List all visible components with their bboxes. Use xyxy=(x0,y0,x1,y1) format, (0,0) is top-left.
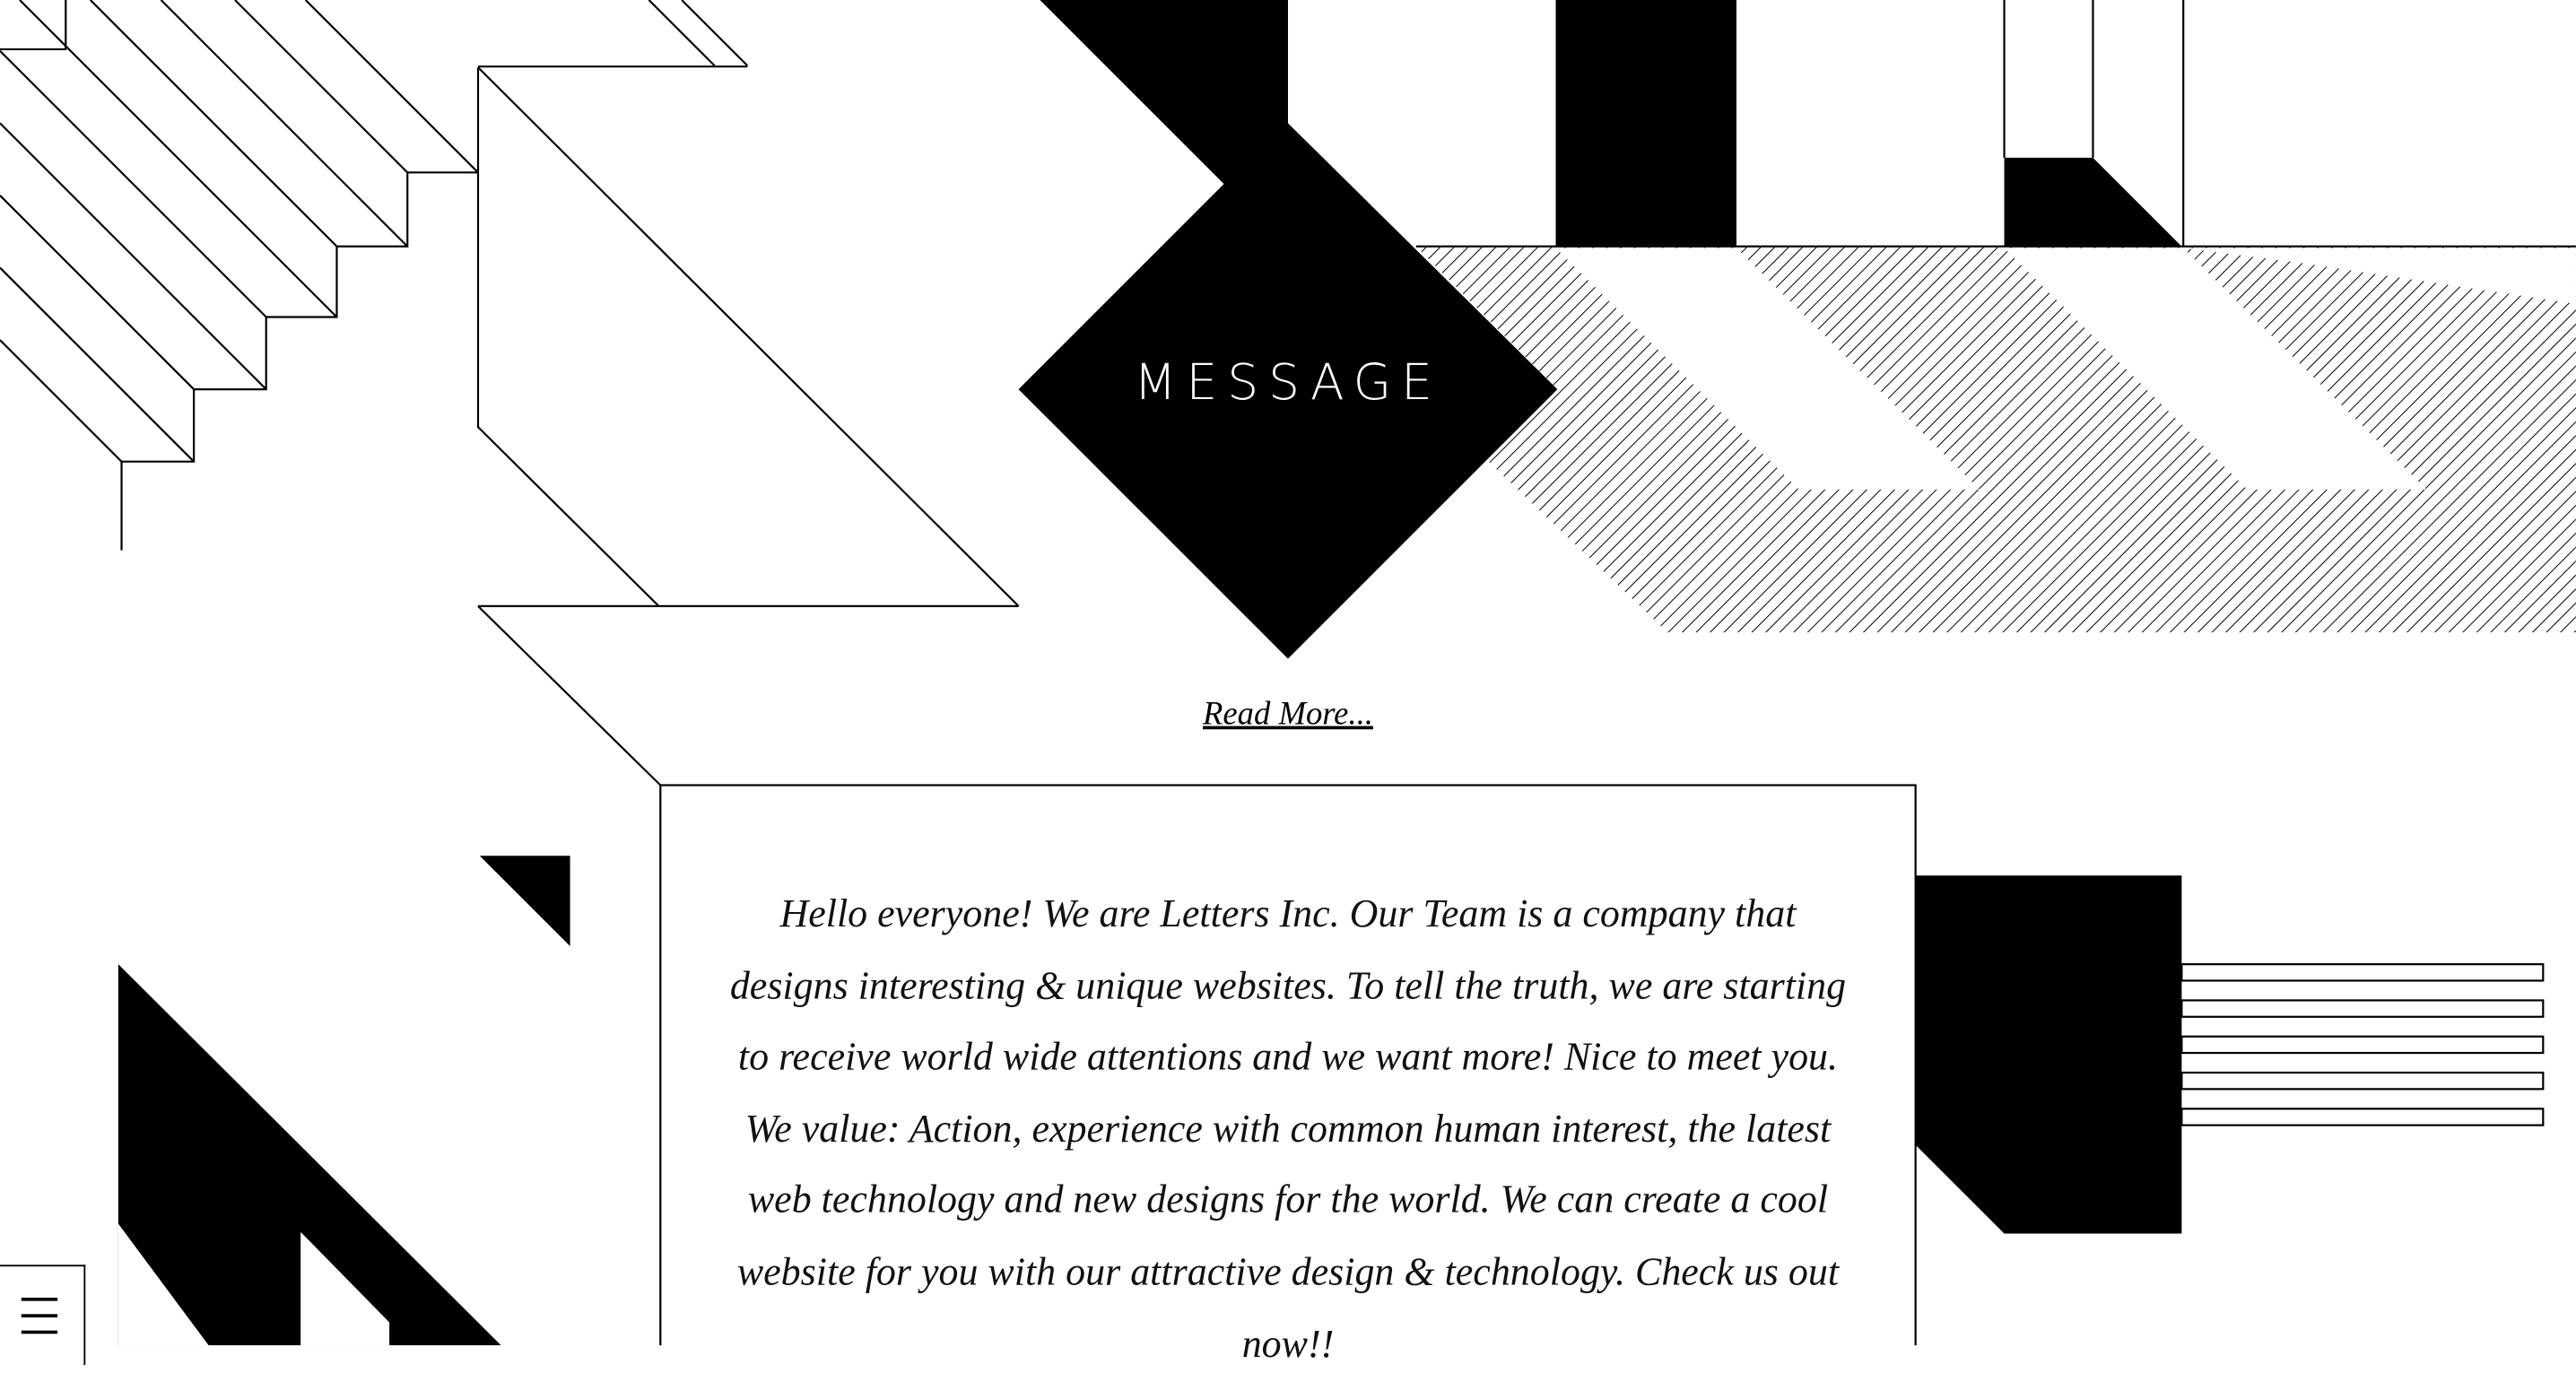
page: MESSAGE Read More... Hello everyone! We … xyxy=(0,0,2576,1366)
stripe-bars xyxy=(2180,963,2545,1126)
menu-button[interactable] xyxy=(0,1265,86,1366)
read-more-link[interactable]: Read More... xyxy=(1041,697,1534,734)
message-text: Hello everyone! We are Letters Inc. Our … xyxy=(729,893,1847,1367)
page-title: MESSAGE xyxy=(1134,354,1442,413)
message-diamond xyxy=(1018,0,1558,659)
hatched-area xyxy=(1415,246,2576,633)
